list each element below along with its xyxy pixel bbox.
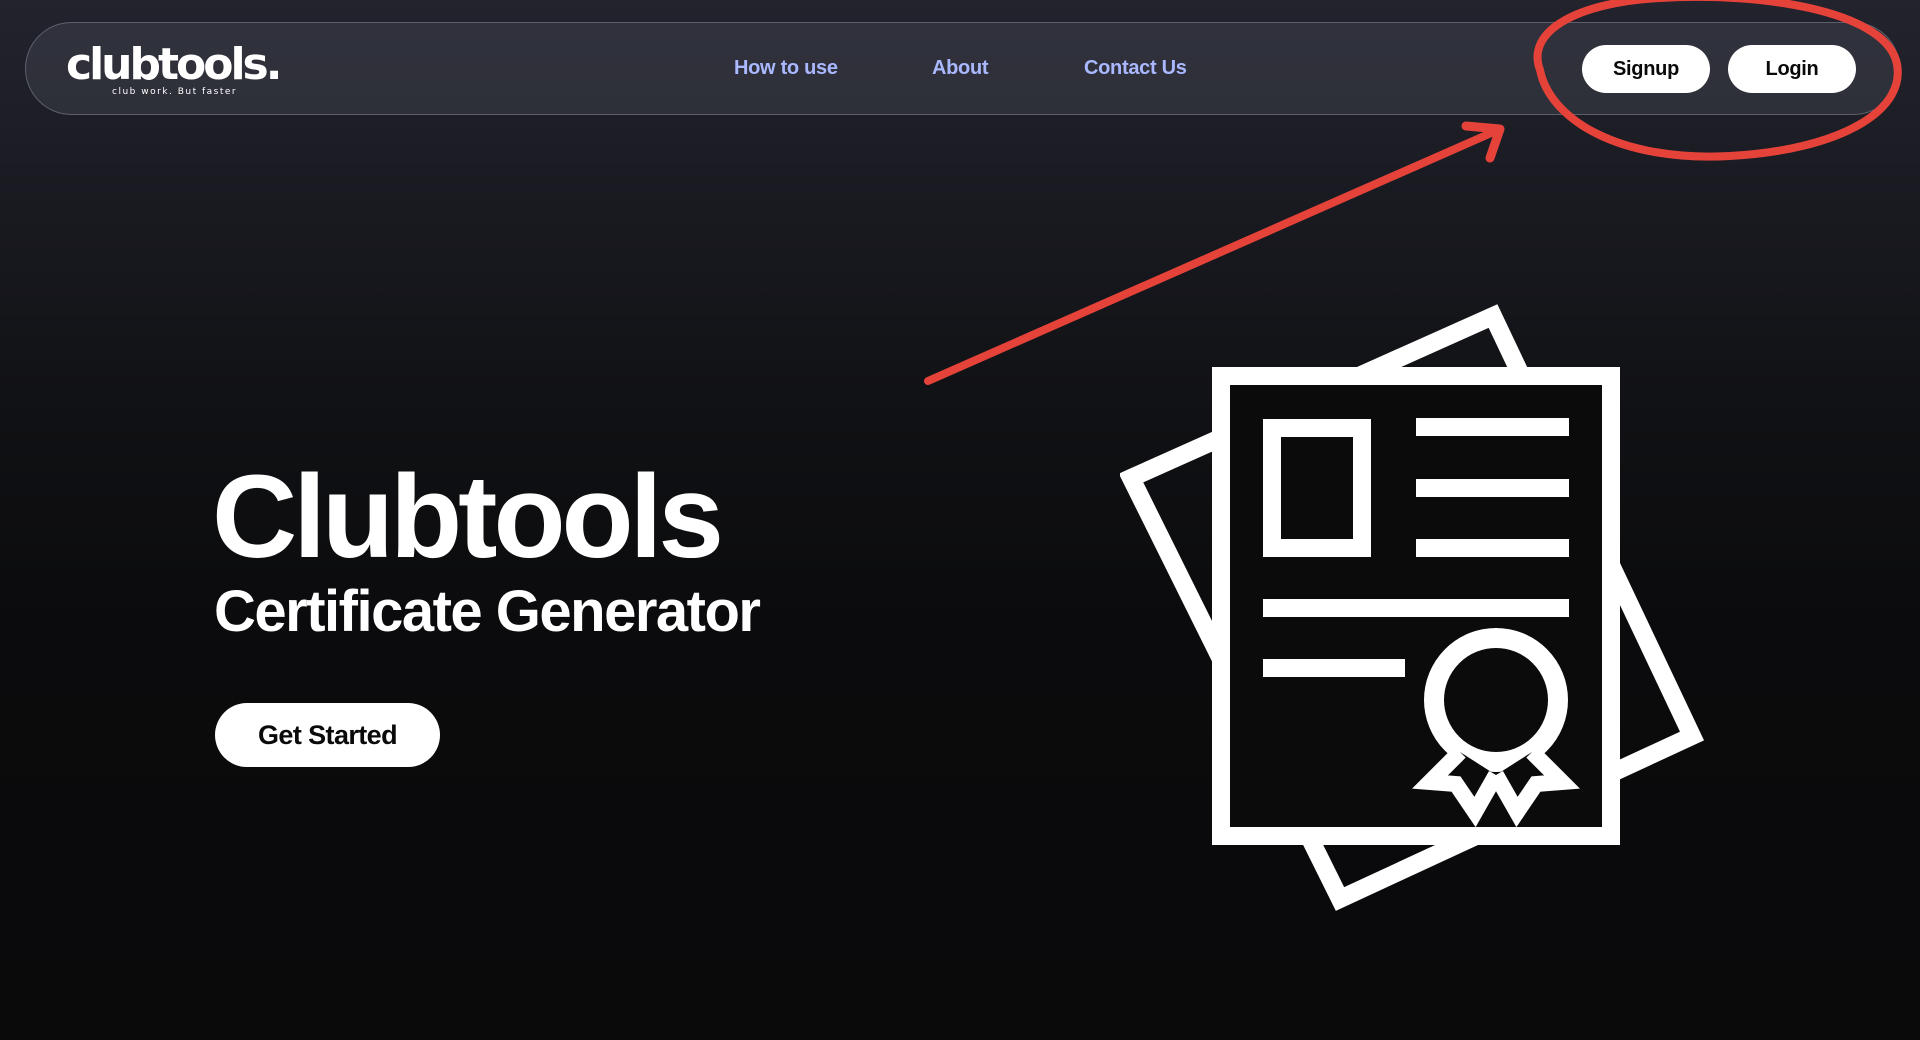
award-seal-icon	[1412, 628, 1580, 828]
nav-link-contact-us[interactable]: Contact Us	[1084, 55, 1187, 81]
hero-title: Clubtools	[212, 451, 724, 583]
signup-button[interactable]: Signup	[1582, 45, 1710, 93]
certificate-icon	[1120, 304, 1705, 911]
navbar: clubtools. club work. But faster How to …	[25, 22, 1900, 115]
logo-wordmark: clubtools.	[66, 39, 282, 90]
get-started-button[interactable]: Get Started	[215, 703, 440, 767]
hero-subtitle: Certificate Generator	[214, 579, 761, 644]
clubtools-logo[interactable]: clubtools. club work. But faster	[66, 39, 296, 99]
nav-link-about[interactable]: About	[932, 55, 989, 81]
nav-link-how-to-use[interactable]: How to use	[734, 55, 838, 81]
logo-tagline: club work. But faster	[112, 87, 238, 97]
login-button[interactable]: Login	[1728, 45, 1856, 93]
